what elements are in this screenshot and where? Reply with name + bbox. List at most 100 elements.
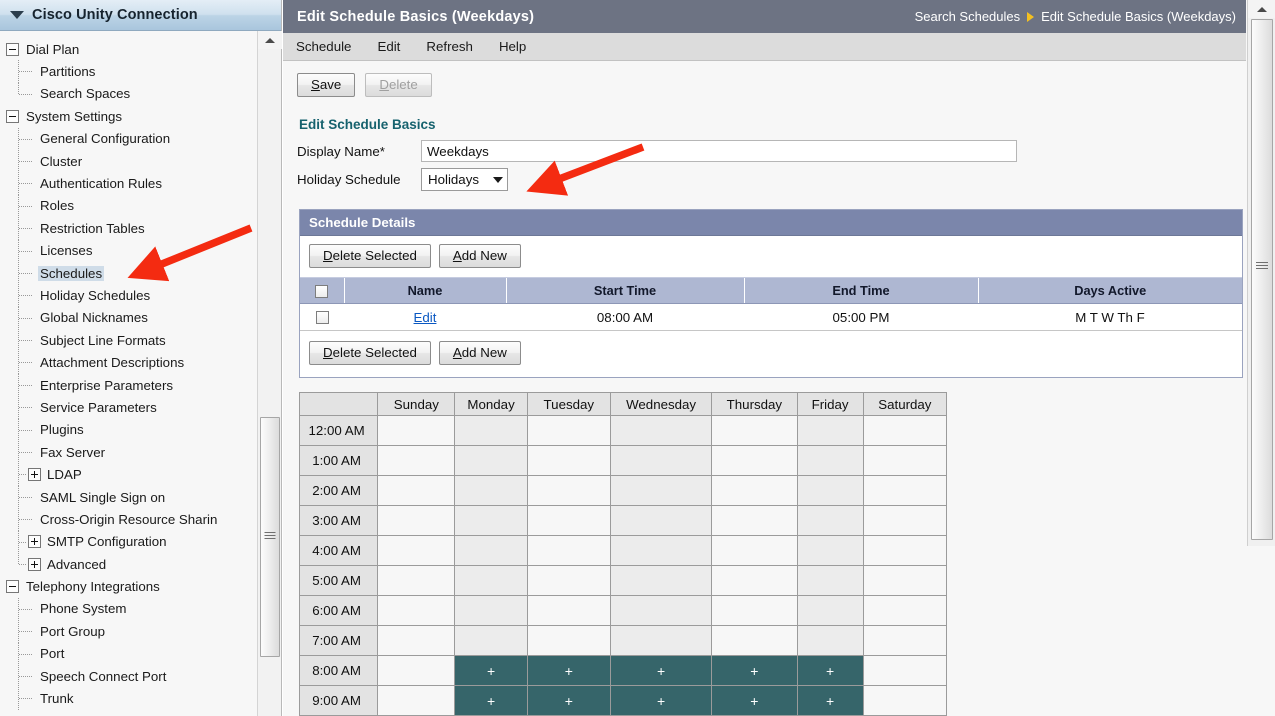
- calendar-cell-saturday-200AM[interactable]: [862, 475, 948, 506]
- sidebar-item-enterprise-parameters[interactable]: Enterprise Parameters: [0, 373, 258, 397]
- calendar-cell-wednesday-600AM[interactable]: [609, 595, 713, 626]
- calendar-cell-thursday-200AM[interactable]: [711, 475, 798, 506]
- calendar-cell-tuesday-1200AM[interactable]: [526, 415, 611, 446]
- calendar-cell-monday-800AM[interactable]: +: [454, 655, 528, 686]
- calendar-cell-sunday-500AM[interactable]: [377, 565, 456, 596]
- sidebar-item-advanced[interactable]: Advanced: [0, 552, 258, 575]
- column-select-all[interactable]: [300, 277, 344, 304]
- table-row[interactable]: Edit 08:00 AM 05:00 PM M T W Th F: [300, 303, 1242, 331]
- sidebar-item-trunk[interactable]: Trunk: [0, 687, 258, 711]
- calendar-cell-tuesday-200AM[interactable]: [526, 475, 611, 506]
- calendar-cell-saturday-400AM[interactable]: [862, 535, 948, 566]
- calendar-cell-thursday-700AM[interactable]: [711, 625, 798, 656]
- calendar-cell-friday-900AM[interactable]: +: [796, 685, 864, 716]
- sidebar-item-schedules[interactable]: Schedules: [0, 261, 258, 285]
- scroll-up-arrow-icon[interactable]: [1248, 0, 1275, 18]
- add-new-button-top[interactable]: Add New: [438, 244, 521, 268]
- calendar-cell-friday-400AM[interactable]: [796, 535, 864, 566]
- sidebar-item-authentication-rules[interactable]: Authentication Rules: [0, 172, 258, 196]
- menu-schedule[interactable]: Schedule: [283, 33, 364, 61]
- calendar-cell-tuesday-900AM[interactable]: +: [526, 685, 611, 716]
- calendar-cell-friday-500AM[interactable]: [796, 565, 864, 596]
- sidebar-item-dial-plan[interactable]: Dial Plan: [0, 38, 258, 60]
- column-days-active[interactable]: Days Active: [977, 277, 1242, 304]
- calendar-cell-friday-600AM[interactable]: [796, 595, 864, 626]
- sidebar-item-service-parameters[interactable]: Service Parameters: [0, 396, 258, 420]
- sidebar-item-speech-connect-port[interactable]: Speech Connect Port: [0, 664, 258, 688]
- calendar-cell-monday-100AM[interactable]: [454, 445, 528, 476]
- calendar-cell-wednesday-800AM[interactable]: +: [609, 655, 713, 686]
- calendar-cell-friday-300AM[interactable]: [796, 505, 864, 536]
- delete-selected-button-top[interactable]: Delete Selected: [309, 244, 431, 268]
- calendar-cell-thursday-900AM[interactable]: +: [711, 685, 798, 716]
- calendar-cell-wednesday-400AM[interactable]: [609, 535, 713, 566]
- page-scrollbar[interactable]: [1247, 0, 1275, 546]
- weekly-calendar[interactable]: Sunday Monday Tuesday Wednesday Thursday Frid…: [298, 392, 948, 716]
- sidebar-item-attachment-descriptions[interactable]: Attachment Descriptions: [0, 351, 258, 375]
- calendar-cell-tuesday-600AM[interactable]: [526, 595, 611, 626]
- sidebar-item-cluster[interactable]: Cluster: [0, 149, 258, 173]
- sidebar-item-smtp-configuration[interactable]: SMTP Configuration: [0, 530, 258, 554]
- calendar-cell-wednesday-200AM[interactable]: [609, 475, 713, 506]
- column-start-time[interactable]: Start Time: [505, 277, 744, 304]
- sidebar-scrollbar-thumb[interactable]: [260, 417, 280, 657]
- calendar-cell-friday-200AM[interactable]: [796, 475, 864, 506]
- expand-icon[interactable]: [28, 468, 41, 482]
- breadcrumb-item-search-schedules[interactable]: Search Schedules: [915, 9, 1021, 24]
- calendar-cell-monday-900AM[interactable]: +: [454, 685, 528, 716]
- calendar-cell-tuesday-400AM[interactable]: [526, 535, 611, 566]
- sidebar-item-roles[interactable]: Roles: [0, 194, 258, 218]
- sidebar-item-saml-single-sign-on[interactable]: SAML Single Sign on: [0, 485, 258, 509]
- calendar-cell-friday-800AM[interactable]: +: [796, 655, 864, 686]
- calendar-cell-monday-400AM[interactable]: [454, 535, 528, 566]
- page-scrollbar-thumb[interactable]: [1251, 19, 1273, 540]
- calendar-cell-saturday-300AM[interactable]: [862, 505, 948, 536]
- calendar-cell-monday-600AM[interactable]: [454, 595, 528, 626]
- sidebar-item-general-configuration[interactable]: General Configuration: [0, 127, 258, 151]
- collapse-icon[interactable]: [6, 109, 19, 123]
- sidebar-item-partitions[interactable]: Partitions: [0, 60, 258, 84]
- holiday-schedule-select[interactable]: Holidays: [421, 168, 508, 191]
- calendar-cell-sunday-300AM[interactable]: [377, 505, 456, 536]
- add-new-button-bottom[interactable]: Add New: [438, 341, 521, 365]
- sidebar-item-plugins[interactable]: Plugins: [0, 418, 258, 442]
- navigation-tree[interactable]: Dial Plan Partitions Search Spaces System S…: [0, 31, 258, 716]
- calendar-cell-thursday-400AM[interactable]: [711, 535, 798, 566]
- row-checkbox[interactable]: [315, 311, 329, 325]
- calendar-cell-wednesday-700AM[interactable]: [609, 625, 713, 656]
- calendar-cell-saturday-800AM[interactable]: [862, 655, 948, 686]
- column-name[interactable]: Name: [343, 277, 506, 304]
- calendar-cell-wednesday-1200AM[interactable]: [609, 415, 713, 446]
- calendar-cell-saturday-900AM[interactable]: [862, 685, 948, 716]
- calendar-cell-monday-1200AM[interactable]: [454, 415, 528, 446]
- sidebar-header[interactable]: Cisco Unity Connection: [0, 0, 281, 31]
- calendar-cell-tuesday-100AM[interactable]: [526, 445, 611, 476]
- calendar-cell-friday-1200AM[interactable]: [796, 415, 864, 446]
- edit-link[interactable]: Edit: [414, 310, 437, 325]
- sidebar-item-search-spaces[interactable]: Search Spaces: [0, 82, 258, 105]
- sidebar-item-ldap[interactable]: LDAP: [0, 463, 258, 487]
- scroll-up-arrow-icon[interactable]: [258, 31, 282, 49]
- menu-help[interactable]: Help: [486, 33, 539, 61]
- menu-refresh[interactable]: Refresh: [413, 33, 486, 61]
- calendar-cell-saturday-500AM[interactable]: [862, 565, 948, 596]
- sidebar-item-cross-origin-resource-sharin[interactable]: Cross-Origin Resource Sharin: [0, 508, 258, 531]
- sidebar-item-phone-system[interactable]: Phone System: [0, 597, 258, 621]
- calendar-cell-tuesday-800AM[interactable]: +: [526, 655, 611, 686]
- sidebar-item-global-nicknames[interactable]: Global Nicknames: [0, 306, 258, 330]
- calendar-cell-thursday-100AM[interactable]: [711, 445, 798, 476]
- calendar-cell-wednesday-300AM[interactable]: [609, 505, 713, 536]
- calendar-cell-tuesday-700AM[interactable]: [526, 625, 611, 656]
- calendar-cell-friday-700AM[interactable]: [796, 625, 864, 656]
- calendar-cell-sunday-400AM[interactable]: [377, 535, 456, 566]
- save-button[interactable]: Save: [297, 73, 356, 97]
- calendar-cell-saturday-100AM[interactable]: [862, 445, 948, 476]
- collapse-icon[interactable]: [6, 580, 19, 594]
- calendar-cell-thursday-600AM[interactable]: [711, 595, 798, 626]
- calendar-cell-saturday-700AM[interactable]: [862, 625, 948, 656]
- delete-selected-button-bottom[interactable]: Delete Selected: [309, 341, 431, 365]
- column-end-time[interactable]: End Time: [743, 277, 978, 304]
- calendar-cell-monday-300AM[interactable]: [454, 505, 528, 536]
- calendar-cell-sunday-600AM[interactable]: [377, 595, 456, 626]
- expand-icon[interactable]: [28, 557, 41, 571]
